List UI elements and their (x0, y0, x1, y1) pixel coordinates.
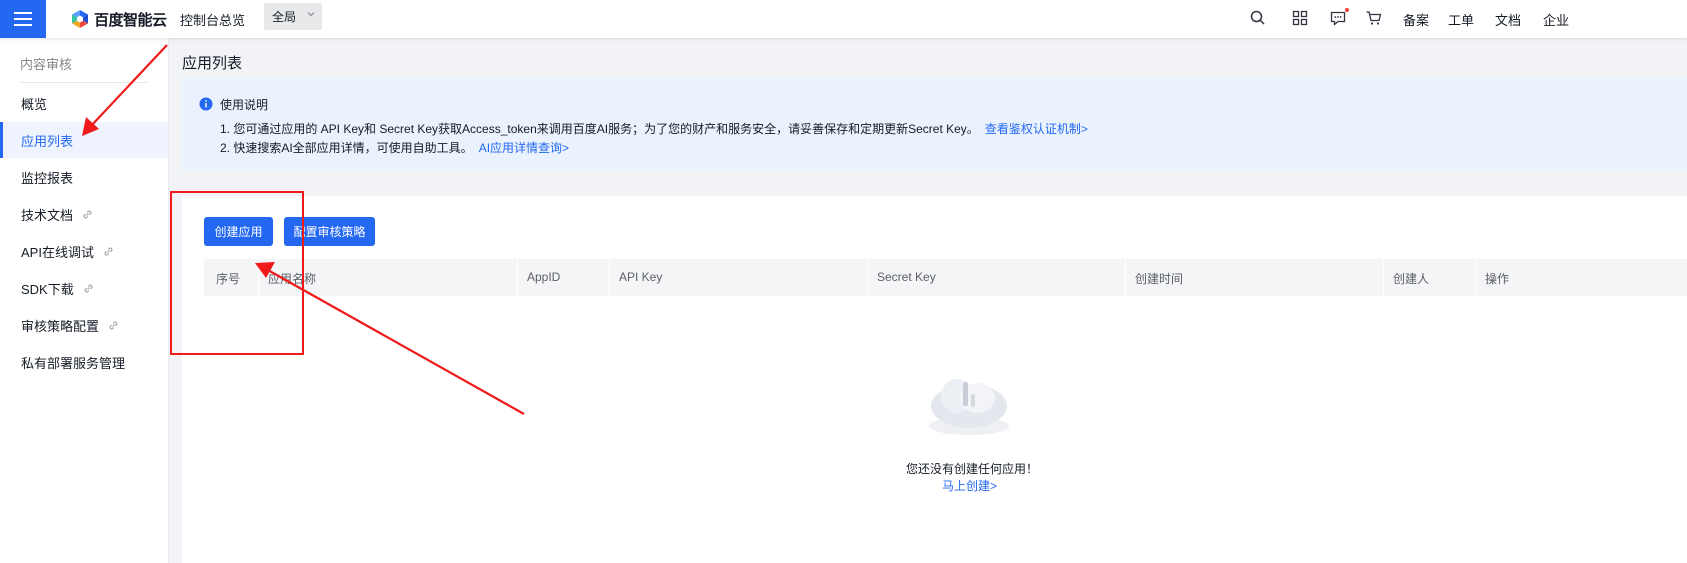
sidebar-item-label: API在线调试 (21, 244, 94, 260)
baidu-cloud-logo-icon (72, 10, 88, 28)
column-header-created-time: 创建时间 (1135, 272, 1184, 286)
sidebar-item-label: 技术文档 (21, 207, 74, 223)
menu-icon (14, 12, 32, 26)
sidebar-item-overview[interactable]: 概览 (0, 85, 168, 121)
notice-line-1: 1. 您可通过应用的 API Key和 Secret Key获取Access_t… (220, 120, 1088, 137)
notice-line-2-text: 2. 快速搜索AI全部应用详情，可使用自助工具。 (220, 141, 473, 155)
filing-link[interactable]: 备案 (1403, 10, 1429, 29)
hamburger-menu-button[interactable] (0, 0, 46, 38)
external-link-icon (109, 320, 118, 330)
search-icon[interactable] (1249, 9, 1267, 27)
column-separator (609, 259, 610, 296)
configure-policy-button[interactable]: 配置审核策略 (284, 217, 375, 246)
auth-mechanism-link[interactable]: 查看鉴权认证机制> (985, 122, 1088, 136)
column-separator (1383, 259, 1384, 296)
external-link-icon (104, 246, 113, 256)
sidebar-item-label: SDK下载 (21, 281, 74, 297)
app-list-card: 创建应用 配置审核策略 序号 应用名称 AppID API Key Secret… (182, 196, 1687, 563)
sidebar-divider (20, 82, 148, 83)
page-title: 应用列表 (182, 55, 243, 72)
enterprise-link[interactable]: 企业 (1543, 10, 1569, 29)
brand-logo[interactable]: 百度智能云 (70, 7, 167, 31)
sidebar-item-label: 审核策略配置 (21, 318, 100, 334)
docs-link[interactable]: 文档 (1495, 10, 1521, 29)
column-header-app-name: 应用名称 (268, 272, 317, 286)
external-link-icon (84, 283, 93, 293)
sidebar: 内容审核 概览 应用列表 监控报表 技术文档 API在线调试 SDK下载 审核策… (0, 38, 169, 563)
notification-dot (1345, 8, 1349, 12)
column-header-creator: 创建人 (1393, 272, 1430, 286)
app-detail-query-link[interactable]: AI应用详情查询> (479, 141, 569, 155)
sidebar-item-policy-config[interactable]: 审核策略配置 (0, 307, 168, 343)
sidebar-item-api-debug[interactable]: API在线调试 (0, 233, 168, 269)
sidebar-item-tech-docs[interactable]: 技术文档 (0, 196, 168, 232)
column-header-secret-key: Secret Key (877, 270, 936, 284)
ticket-link[interactable]: 工单 (1448, 10, 1474, 29)
notice-line-2: 2. 快速搜索AI全部应用详情，可使用自助工具。 AI应用详情查询> (220, 139, 569, 156)
sidebar-item-label: 监控报表 (21, 170, 74, 186)
cart-icon[interactable] (1365, 9, 1383, 27)
chevron-down-icon (307, 12, 315, 17)
sidebar-item-app-list[interactable]: 应用列表 (0, 122, 168, 158)
column-separator (867, 259, 868, 296)
column-separator (517, 259, 518, 296)
brand-name: 百度智能云 (94, 11, 167, 29)
empty-state-text: 您还没有创建任何应用！ (906, 462, 1039, 476)
column-header-index: 序号 (216, 272, 241, 286)
column-header-actions: 操作 (1485, 272, 1510, 286)
sidebar-section-title: 内容审核 (20, 57, 73, 72)
column-separator (1475, 259, 1476, 296)
column-header-api-key: API Key (619, 270, 663, 284)
empty-state-illustration (929, 379, 1009, 435)
column-header-app-id: AppID (527, 270, 561, 284)
notice-line-1-text: 1. 您可通过应用的 API Key和 Secret Key获取Access_t… (220, 122, 979, 136)
sidebar-item-monitoring[interactable]: 监控报表 (0, 159, 168, 195)
external-link-icon (83, 209, 92, 219)
sidebar-item-private-deploy[interactable]: 私有部署服务管理 (0, 344, 168, 380)
sidebar-item-label: 概览 (21, 96, 48, 112)
sidebar-item-sdk-download[interactable]: SDK下载 (0, 270, 168, 306)
column-separator (258, 259, 259, 296)
top-navbar: 百度智能云 控制台总览 全局 备案 工单 文档 企业 (0, 0, 1687, 38)
table-header: 序号 应用名称 AppID API Key Secret Key 创建时间 创建… (204, 259, 1687, 296)
region-select[interactable]: 全局 (264, 3, 322, 30)
notice-title: 使用说明 (220, 98, 269, 112)
sidebar-item-label: 私有部署服务管理 (21, 355, 126, 371)
usage-notice: 使用说明 1. 您可通过应用的 API Key和 Secret Key获取Acc… (182, 78, 1687, 170)
info-icon (199, 97, 213, 111)
create-now-link[interactable]: 马上创建> (942, 477, 997, 494)
column-separator (1125, 259, 1126, 296)
create-app-button[interactable]: 创建应用 (204, 217, 273, 246)
message-icon[interactable] (1329, 9, 1347, 27)
region-select-value: 全局 (272, 10, 297, 24)
sidebar-item-label: 应用列表 (21, 133, 74, 149)
apps-grid-icon[interactable] (1291, 9, 1309, 27)
console-overview-link[interactable]: 控制台总览 (180, 10, 245, 29)
